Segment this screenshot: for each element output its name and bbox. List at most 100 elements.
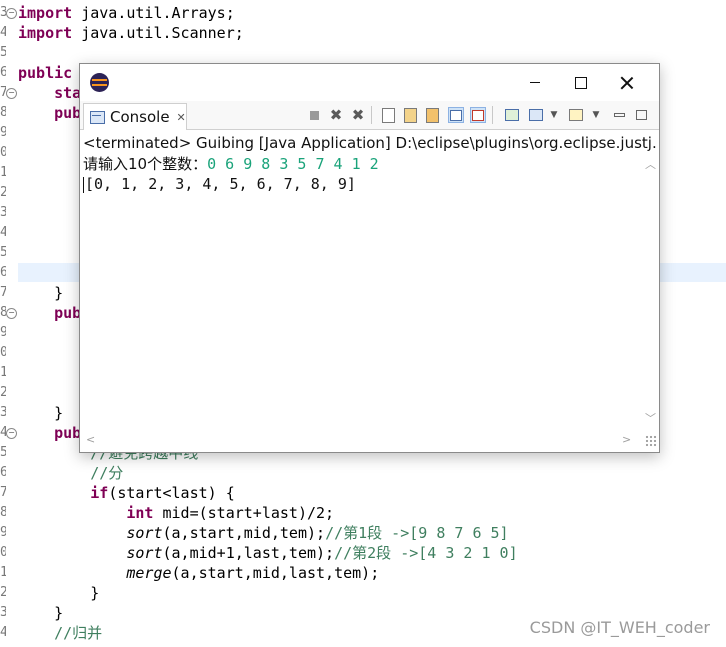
code-token: sort (126, 544, 163, 562)
tab-label: Console (110, 108, 170, 126)
fold-toggle-icon[interactable]: − (6, 8, 17, 19)
code-line: public (18, 63, 72, 83)
code-token: (a,mid+1,last,tem); (162, 544, 335, 562)
line-number: 0 (0, 145, 6, 160)
code-line: } (18, 583, 99, 603)
window-titlebar[interactable] (80, 64, 659, 101)
code-token: pub (18, 104, 82, 122)
show-on-stderr-icon[interactable] (470, 107, 486, 123)
code-token: java.util.Arrays; (72, 4, 235, 22)
code-token: (a,start,mid,tem); (162, 524, 326, 542)
resize-grip[interactable] (645, 435, 657, 447)
line-number: 6 (0, 265, 6, 280)
code-token: (start<last) { (108, 484, 235, 502)
line-number: 3 (0, 605, 6, 620)
line-number: 0 (0, 345, 6, 360)
code-token: pub (18, 424, 82, 442)
eclipse-icon (90, 73, 109, 92)
code-line: import java.util.Scanner; (18, 23, 244, 43)
fold-toggle-icon[interactable]: − (6, 308, 17, 319)
remove-all-terminated-icon[interactable]: ✖ (350, 106, 366, 124)
tab-console[interactable]: Console ✕ (83, 103, 187, 130)
process-status-line: <terminated> Guibing [Java Application] … (83, 134, 657, 152)
prompt-text: 请输入10个整数： (83, 155, 208, 173)
line-number: 8 (0, 505, 6, 520)
line-number: 7 (0, 285, 6, 300)
line-number: 9 (0, 325, 6, 340)
csdn-watermark: CSDN @IT_WEH_coder (529, 618, 710, 637)
close-window-button[interactable] (604, 64, 650, 101)
line-number: 3 (0, 405, 6, 420)
line-number: 9 (0, 525, 6, 540)
terminate-icon[interactable] (306, 107, 322, 123)
scroll-left-icon[interactable]: < (86, 433, 95, 446)
show-on-stdout-icon[interactable] (448, 107, 464, 123)
chevron-down-icon[interactable]: ▼ (588, 107, 604, 123)
close-icon (620, 76, 634, 90)
tab-close-icon[interactable]: ✕ (177, 111, 186, 124)
text-caret (83, 176, 84, 193)
fold-toggle-icon[interactable]: − (6, 88, 17, 99)
scroll-up-icon[interactable]: ︿ (645, 156, 656, 172)
chevron-down-icon[interactable]: ▼ (546, 107, 562, 123)
code-token: public (18, 64, 73, 82)
code-line: sort(a,mid+1,last,tem);//第2段 ->[4 3 2 1 … (18, 543, 517, 563)
code-token: //第1段 ->[9 8 7 6 5] (325, 524, 509, 542)
line-number: 7 (0, 485, 6, 500)
line-number: 1 (0, 365, 6, 380)
code-line: sta (18, 83, 81, 103)
line-number: 1 (0, 565, 6, 580)
line-number: 0 (0, 545, 6, 560)
line-number: 5 (0, 445, 6, 460)
fold-toggle-icon[interactable]: − (6, 428, 17, 439)
line-number: 3 (0, 205, 6, 220)
minimize-window-button[interactable] (512, 64, 558, 101)
scroll-down-icon[interactable]: ﹀ (645, 410, 656, 426)
line-number: 4 (0, 25, 6, 40)
maximize-view-icon[interactable] (633, 107, 649, 123)
code-token: merge (126, 564, 172, 582)
clear-console-icon[interactable] (424, 107, 440, 123)
code-line: } (18, 403, 63, 423)
code-line: import java.util.Arrays; (18, 3, 235, 23)
line-number: 8 (0, 105, 6, 120)
open-console-icon[interactable] (568, 107, 584, 123)
user-input-text: 0 6 9 8 3 5 7 4 1 2 (207, 155, 379, 173)
scroll-lock-icon[interactable] (380, 107, 396, 123)
code-line: } (18, 283, 63, 303)
code-token: } (18, 404, 64, 422)
code-token: (a,start,mid,last,tem); (171, 564, 380, 582)
result-text: [0, 1, 2, 3, 4, 5, 6, 7, 8, 9] (85, 175, 356, 193)
code-line: } (18, 603, 63, 623)
code-token: } (18, 604, 64, 622)
minimize-icon (530, 82, 540, 83)
pin-console-icon[interactable] (504, 107, 520, 123)
code-line: sort(a,start,mid,tem);//第1段 ->[9 8 7 6 5… (18, 523, 509, 543)
maximize-window-button[interactable] (558, 64, 604, 101)
console-output-area[interactable]: 请输入10个整数：0 6 9 8 3 5 7 4 1 2 [0, 1, 2, 3… (80, 154, 642, 432)
horizontal-scrollbar[interactable]: < > (80, 432, 642, 450)
code-token: int (126, 504, 154, 522)
code-line: //归并 (18, 623, 102, 643)
code-token: if (90, 484, 109, 502)
remove-launch-icon[interactable]: ✖ (328, 106, 344, 124)
code-line: if(start<last) { (18, 483, 235, 503)
console-icon (90, 110, 105, 124)
line-number: 2 (0, 385, 6, 400)
display-selected-console-icon[interactable] (528, 107, 544, 123)
code-token: sta (18, 84, 82, 102)
code-token: pub (18, 304, 82, 322)
scroll-right-icon[interactable]: > (622, 433, 631, 446)
word-wrap-icon[interactable] (402, 107, 418, 123)
console-window[interactable]: Console ✕ ✖ ✖ ▼ ▼ <terminated> Guibing [… (79, 63, 660, 453)
code-line: pub (18, 303, 81, 323)
toolbar-separator (371, 106, 372, 124)
vertical-scrollbar[interactable]: ︿ ﹀ (642, 154, 658, 432)
minimize-view-icon[interactable] (611, 107, 627, 123)
line-number: 2 (0, 185, 6, 200)
